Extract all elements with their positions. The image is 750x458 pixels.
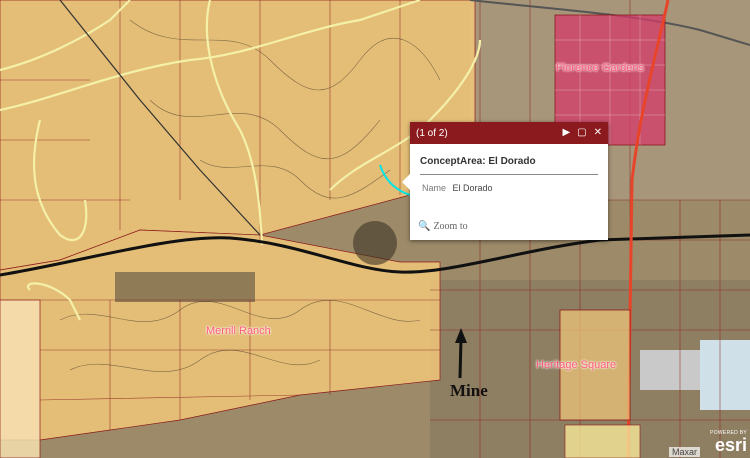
label-mine: Mine: [450, 381, 488, 400]
esri-wordmark: esri: [714, 435, 747, 455]
popup-title: ConceptArea: El Dorado: [420, 156, 598, 175]
mine-hill: [353, 221, 397, 265]
zoom-to-label: Zoom to: [433, 221, 468, 232]
zoom-magnifier-icon: 🔍: [418, 221, 431, 232]
attribute-label: Name: [422, 183, 447, 193]
esri-logo: POWERED BY esri: [710, 431, 747, 455]
close-icon[interactable]: ✕: [594, 128, 602, 138]
attribute-value: El Dorado: [452, 183, 493, 193]
popup-attribute-row: Name El Dorado: [422, 183, 596, 193]
info-popup[interactable]: (1 of 2) ▶ ▢ ✕ ConceptArea: El Dorado Na…: [402, 122, 608, 240]
next-feature-icon[interactable]: ▶: [562, 128, 570, 138]
maximize-icon[interactable]: ▢: [577, 128, 586, 138]
popup-feature-count: (1 of 2): [416, 127, 448, 139]
map-attribution: Maxar: [668, 447, 700, 457]
label-florence-gardens: Florence Gardens: [556, 62, 645, 74]
popup-header: (1 of 2) ▶ ▢ ✕: [410, 122, 608, 144]
label-merrill-ranch: Merrill Ranch: [206, 325, 271, 337]
label-heritage-square: Heritage Square: [536, 359, 617, 371]
zoom-to-link[interactable]: 🔍 Zoom to: [418, 221, 468, 232]
